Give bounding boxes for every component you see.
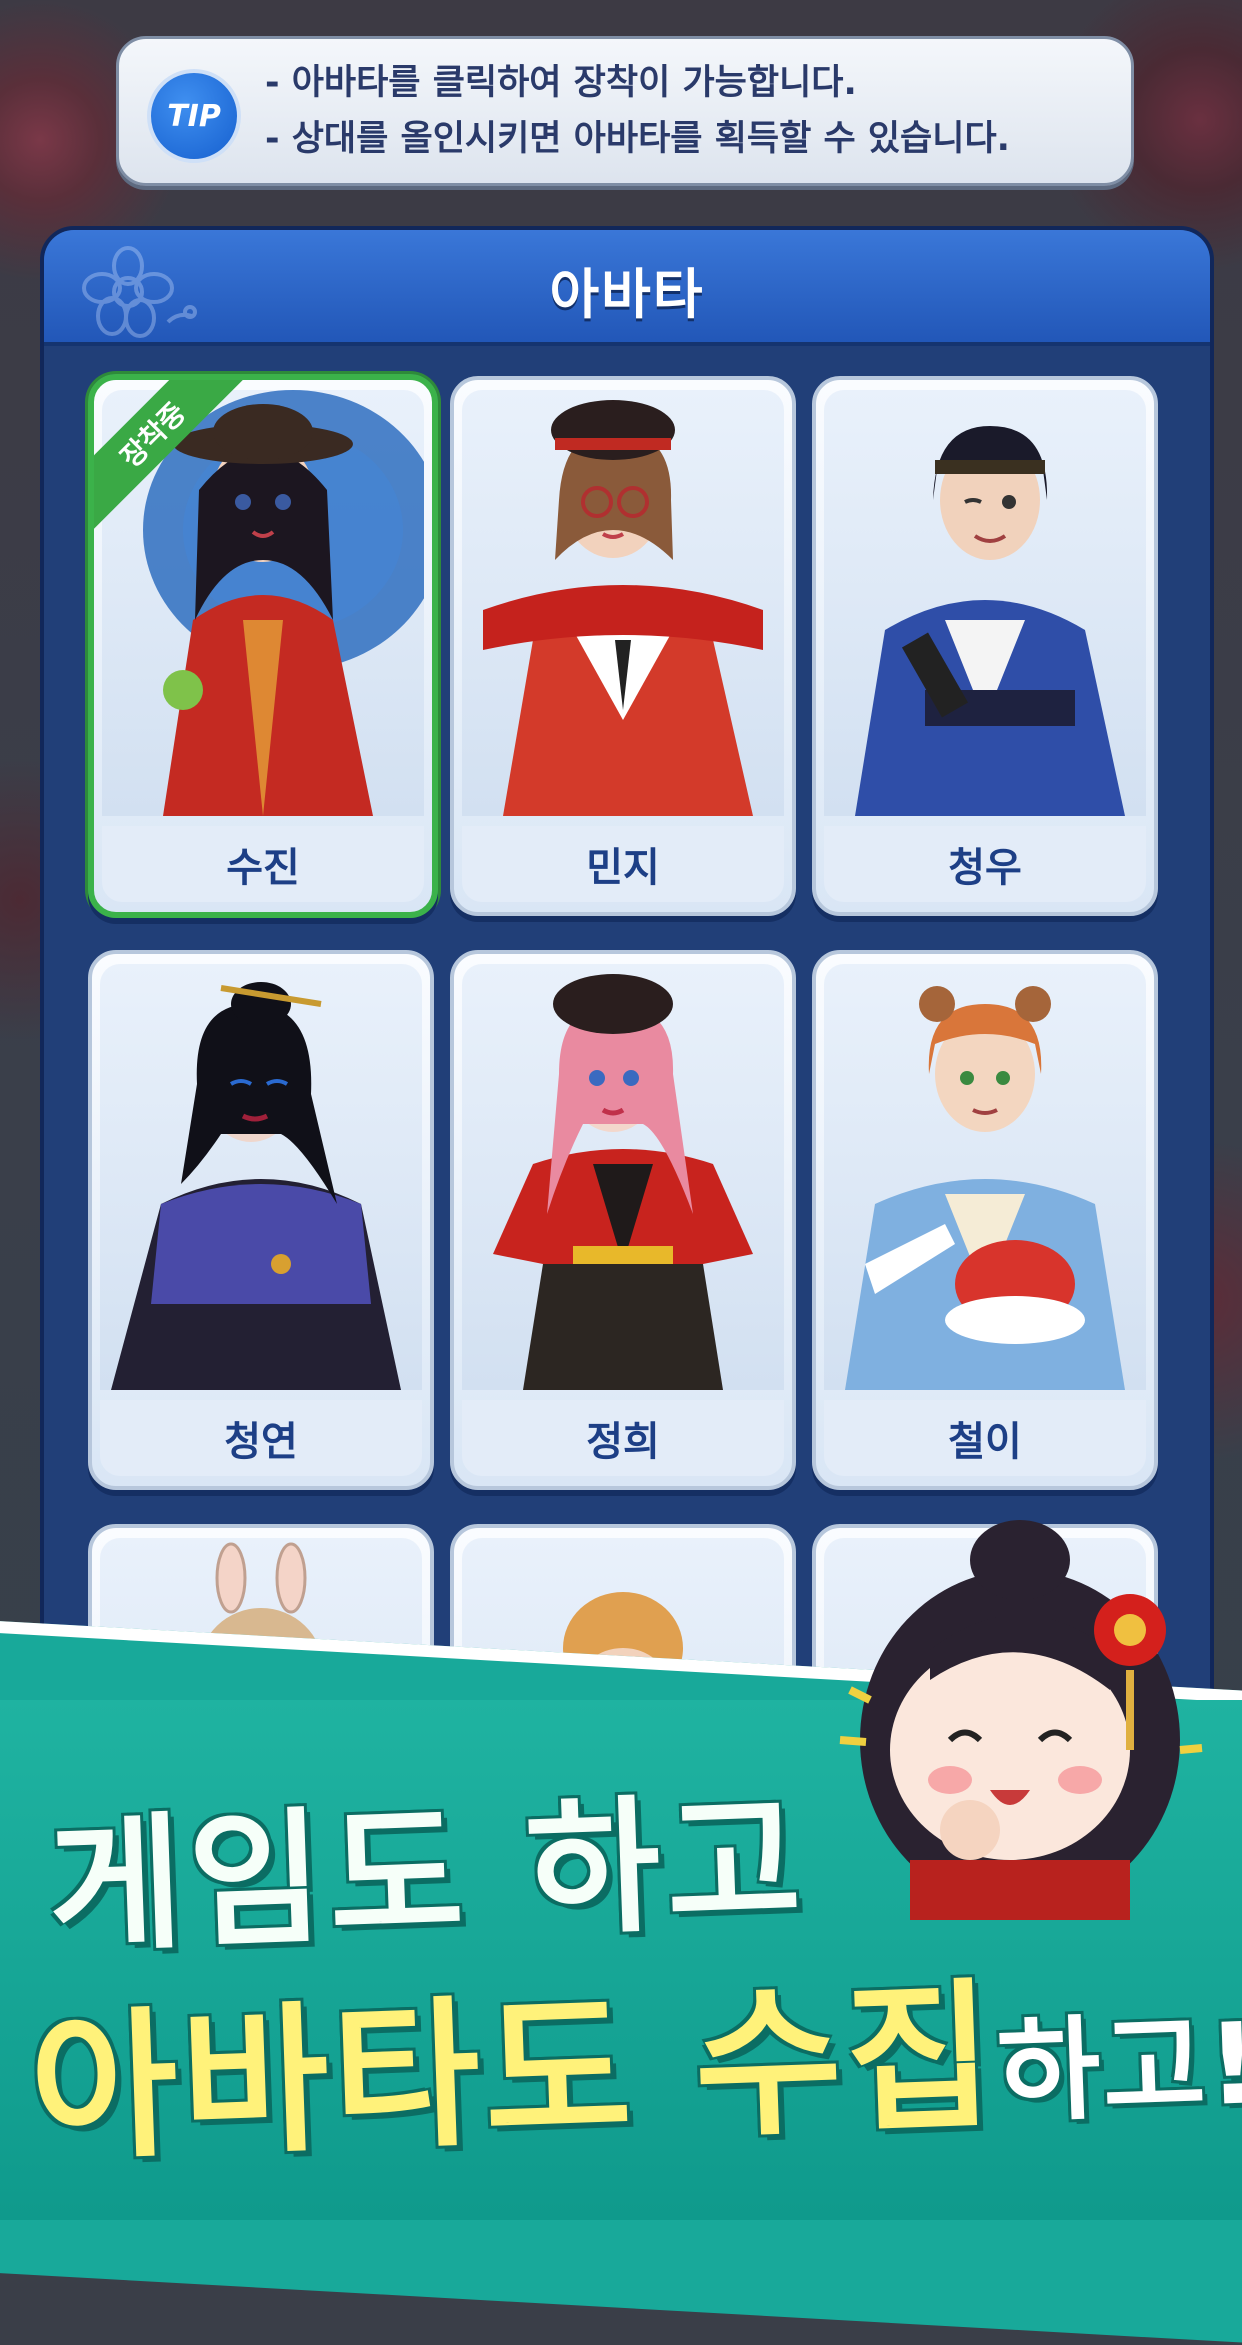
tip-line-1: - 아바타를 클릭하여 장착이 가능합니다. <box>265 63 857 103</box>
avatar-card-cheoli[interactable]: 철이 <box>812 950 1158 1490</box>
avatar-portrait <box>824 964 1146 1390</box>
avatar-portrait <box>462 964 784 1390</box>
panel-title: 아바타 <box>549 263 705 326</box>
avatar-portrait <box>824 390 1146 816</box>
avatar-name: 민지 <box>462 826 784 902</box>
avatar-card-minji[interactable]: 민지 <box>450 376 796 916</box>
tip-icon: TIP <box>147 69 241 163</box>
avatar-name: 청연 <box>100 1400 422 1476</box>
avatar-name: 청우 <box>824 826 1146 902</box>
avatar-card-8[interactable] <box>450 1524 796 1730</box>
avatar-portrait <box>462 1538 784 1730</box>
avatar-image <box>483 400 763 816</box>
avatar-card-7[interactable] <box>88 1524 434 1730</box>
avatar-card-cheongwoo[interactable]: 청우 <box>812 376 1158 916</box>
avatar-image <box>111 982 401 1390</box>
avatar-image <box>199 1542 323 1728</box>
avatar-name: 철이 <box>824 1400 1146 1476</box>
avatar-card-cheongyeon[interactable]: 청연 <box>88 950 434 1490</box>
avatar-card-sujin[interactable]: 장착중 수진 <box>88 374 438 918</box>
avatar-grid: 장착중 수진 민지 청우 청연 정희 철이 <box>44 346 1210 1730</box>
tip-banner: TIP - 아바타를 클릭하여 장착이 가능합니다. - 상대를 올인시키면 아… <box>116 36 1134 186</box>
avatar-name: 정희 <box>462 1400 784 1476</box>
avatar-card-9[interactable] <box>812 1524 1158 1730</box>
avatar-image <box>855 426 1125 816</box>
avatar-name: 수진 <box>102 826 424 902</box>
avatar-portrait <box>100 964 422 1390</box>
panel-header: 아바타 <box>44 230 1210 346</box>
avatar-card-jeonghee[interactable]: 정희 <box>450 950 796 1490</box>
avatar-image <box>493 974 753 1390</box>
avatar-portrait <box>100 1538 422 1730</box>
avatar-portrait <box>462 390 784 816</box>
avatar-image <box>845 986 1125 1390</box>
avatar-panel: 아바타 장착중 수진 민지 청우 청연 정희 철이 <box>40 226 1214 1734</box>
avatar-image <box>563 1592 683 1728</box>
avatar-portrait <box>824 1538 1146 1730</box>
tip-line-2: - 상대를 올인시키면 아바타를 획득할 수 있습니다. <box>265 119 1010 159</box>
tip-text: - 아바타를 클릭하여 장착이 가능합니다. - 상대를 올인시키면 아바타를 … <box>265 55 1010 167</box>
